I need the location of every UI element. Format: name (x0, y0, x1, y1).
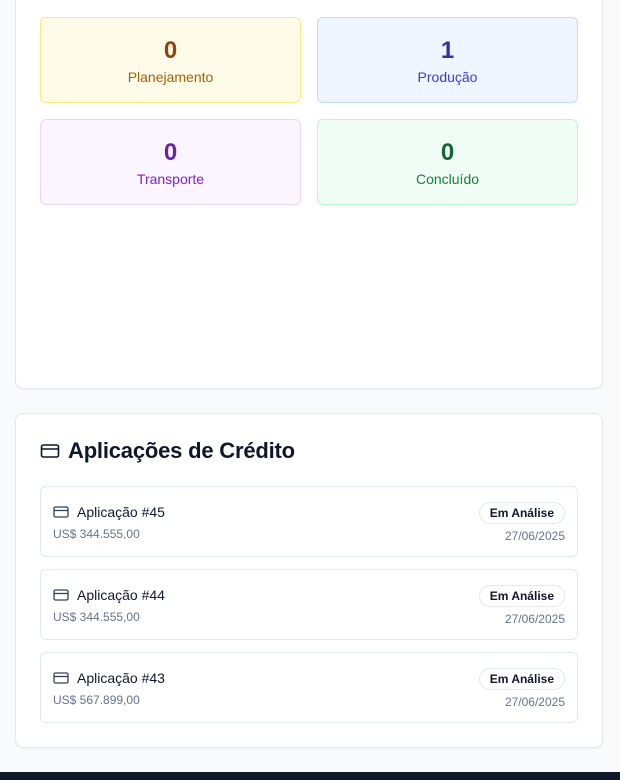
stat-concluido: 0 Concluído (317, 119, 578, 205)
status-badge: Em Análise (478, 668, 565, 690)
application-date: 27/06/2025 (504, 529, 565, 543)
stat-label: Transporte (136, 171, 205, 187)
stat-value: 0 (163, 37, 178, 64)
credit-card-icon (53, 589, 69, 601)
credit-applications-header: Aplicações de Crédito (40, 438, 295, 464)
stat-value: 0 (163, 139, 178, 166)
application-title-row: Aplicação #43 (53, 670, 165, 686)
order-status-card: 0 Planejamento 1 Produção 0 Transporte 0… (15, 0, 603, 389)
credit-card-icon (53, 672, 69, 684)
credit-card-icon (53, 506, 69, 518)
application-name: Aplicação #44 (77, 587, 165, 603)
stat-producao: 1 Produção (317, 17, 578, 103)
application-amount: US$ 344.555,00 (53, 610, 140, 624)
status-badge: Em Análise (478, 502, 565, 524)
application-title-row: Aplicação #44 (53, 587, 165, 603)
stat-label: Planejamento (127, 69, 214, 85)
section-title: Aplicações de Crédito (68, 438, 295, 463)
stat-planejamento: 0 Planejamento (40, 17, 301, 103)
application-title-row: Aplicação #45 (53, 504, 165, 520)
footer-bar (0, 772, 620, 780)
stat-value: 1 (440, 37, 455, 64)
credit-card-icon (40, 444, 60, 458)
application-date: 27/06/2025 (504, 612, 565, 626)
credit-application-item[interactable]: Aplicação #43 US$ 567.899,00 Em Análise … (40, 652, 578, 723)
application-date: 27/06/2025 (504, 695, 565, 709)
application-amount: US$ 344.555,00 (53, 527, 140, 541)
credit-application-item[interactable]: Aplicação #45 US$ 344.555,00 Em Análise … (40, 486, 578, 557)
stat-label: Produção (417, 69, 478, 85)
stat-label: Concluído (415, 171, 480, 187)
application-name: Aplicação #43 (77, 670, 165, 686)
stat-transporte: 0 Transporte (40, 119, 301, 205)
credit-applications-card: Aplicações de Crédito Aplicação #45 US$ … (15, 413, 603, 748)
application-name: Aplicação #45 (77, 504, 165, 520)
credit-application-item[interactable]: Aplicação #44 US$ 344.555,00 Em Análise … (40, 569, 578, 640)
application-amount: US$ 567.899,00 (53, 693, 140, 707)
stat-value: 0 (440, 139, 455, 166)
status-badge: Em Análise (478, 585, 565, 607)
